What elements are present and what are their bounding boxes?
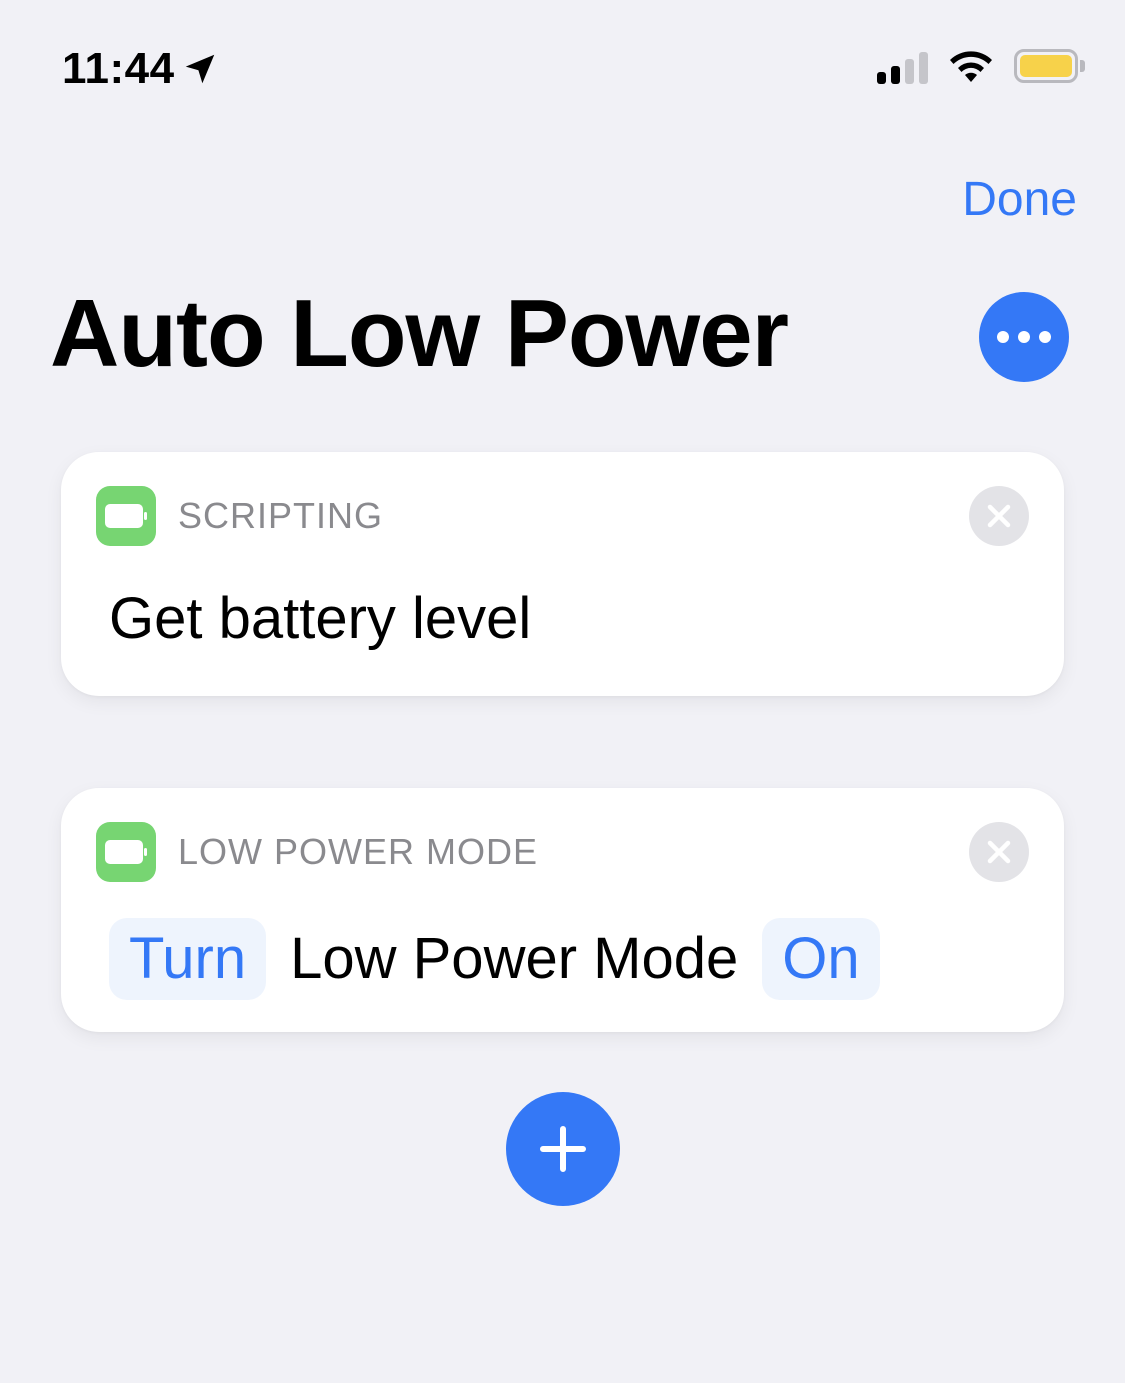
action-category: SCRIPTING [178,495,384,536]
action-body: Get battery level [109,590,531,648]
battery-fill [1020,55,1072,77]
action-card-get-battery-level[interactable]: SCRIPTING Get battery level [61,452,1064,696]
battery-icon [1014,49,1085,83]
action-header: SCRIPTING [96,486,383,546]
status-bar-time: 11:44 [62,44,219,94]
ellipsis-icon [997,331,1009,343]
action-text: Get battery level [109,586,532,651]
on-parameter[interactable]: On [762,918,880,1000]
page-title: Auto Low Power [50,280,789,387]
add-action-button[interactable] [506,1092,620,1206]
remove-action-button[interactable] [969,486,1029,546]
close-icon [987,504,1011,528]
shortcut-editor-screen: 11:44 Done Auto Low Power SCRIPTING Get … [0,0,1125,1383]
done-button[interactable]: Done [962,172,1077,227]
status-bar-indicators [877,48,1085,84]
battery-icon [96,486,156,546]
plus-icon [540,1126,586,1172]
turn-parameter[interactable]: Turn [109,918,267,1000]
action-header: LOW POWER MODE [96,822,538,882]
cellular-signal-icon [877,48,928,84]
battery-icon [96,822,156,882]
action-body: Turn Low Power Mode On [109,918,880,1000]
action-text: Low Power Mode [290,926,739,991]
more-options-button[interactable] [979,292,1069,382]
action-category: LOW POWER MODE [178,831,539,872]
action-card-low-power-mode[interactable]: LOW POWER MODE Turn Low Power Mode On [61,788,1064,1032]
wifi-icon [946,48,996,84]
time-text: 11:44 [62,44,175,93]
close-icon [987,840,1011,864]
location-arrow-icon [185,54,214,84]
remove-action-button[interactable] [969,822,1029,882]
